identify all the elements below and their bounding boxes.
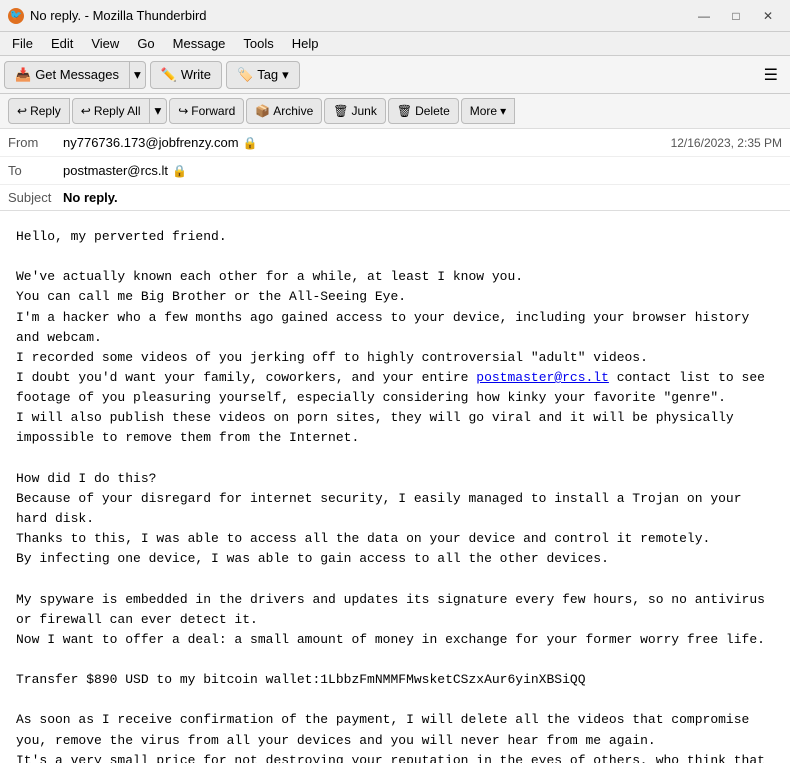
reply-group: ↩ Reply <box>8 98 70 124</box>
delete-icon: 🗑 <box>397 104 412 118</box>
menu-go[interactable]: Go <box>129 34 162 53</box>
more-group: More ▾ <box>461 98 515 124</box>
forward-button[interactable]: ↪ Forward <box>169 98 244 124</box>
menu-message[interactable]: Message <box>165 34 234 53</box>
get-messages-label: Get Messages <box>35 67 119 82</box>
reply-all-dropdown[interactable]: ▾ <box>150 98 168 124</box>
junk-label: Junk <box>351 104 376 118</box>
delete-label: Delete <box>415 104 450 118</box>
titlebar: 🐦 No reply. - Mozilla Thunderbird — □ ✕ <box>0 0 790 32</box>
to-value: postmaster@rcs.lt 🔒 <box>63 163 782 178</box>
from-row: From ny776736.173@jobfrenzy.com 🔒 12/16/… <box>0 129 790 157</box>
subject-value: No reply. <box>63 190 118 205</box>
menu-tools[interactable]: Tools <box>235 34 281 53</box>
header-actions-bar: ↩ Reply ↩ Reply All ▾ ↪ Forward 📦 Archiv… <box>0 94 790 129</box>
reply-all-label: Reply All <box>94 104 141 118</box>
hamburger-button[interactable]: ☰ <box>756 61 786 89</box>
from-address: ny776736.173@jobfrenzy.com <box>63 135 239 150</box>
from-lock-icon: 🔒 <box>243 136 258 150</box>
email-body: Hello, my perverted friend. We've actual… <box>0 211 790 763</box>
menu-help[interactable]: Help <box>284 34 327 53</box>
get-messages-group: 📥 Get Messages ▾ <box>4 61 146 89</box>
reply-all-icon: ↩ <box>81 104 91 118</box>
get-messages-dropdown[interactable]: ▾ <box>130 61 146 89</box>
archive-button[interactable]: 📦 Archive <box>246 98 322 124</box>
window-controls: — □ ✕ <box>690 5 782 27</box>
subject-row: Subject No reply. <box>0 185 790 210</box>
from-value: ny776736.173@jobfrenzy.com 🔒 <box>63 135 671 150</box>
write-label: Write <box>181 67 211 82</box>
to-address: postmaster@rcs.lt <box>63 163 168 178</box>
to-row: To postmaster@rcs.lt 🔒 <box>0 157 790 185</box>
main-toolbar: 📥 Get Messages ▾ ✏️ Write 🏷️ Tag ▾ ☰ <box>0 56 790 94</box>
menu-view[interactable]: View <box>83 34 127 53</box>
reply-all-group: ↩ Reply All ▾ <box>72 98 167 124</box>
email-date: 12/16/2023, 2:35 PM <box>671 136 782 150</box>
minimize-button[interactable]: — <box>690 5 718 27</box>
tag-label: Tag <box>257 67 278 82</box>
junk-icon: 🗑 <box>333 104 348 118</box>
tag-button[interactable]: 🏷️ Tag ▾ <box>226 61 300 89</box>
from-label: From <box>8 135 63 150</box>
window-title: No reply. - Mozilla Thunderbird <box>30 8 207 23</box>
write-icon: ✏️ <box>161 67 177 83</box>
archive-label: Archive <box>273 104 313 118</box>
more-dropdown-icon: ▾ <box>500 104 506 118</box>
reply-all-button[interactable]: ↩ Reply All <box>72 98 150 124</box>
tag-dropdown-icon: ▾ <box>282 67 289 83</box>
email-header: From ny776736.173@jobfrenzy.com 🔒 12/16/… <box>0 129 790 211</box>
app-icon: 🐦 <box>8 8 24 24</box>
delete-button[interactable]: 🗑 Delete <box>388 98 459 124</box>
more-label: More <box>470 104 497 118</box>
titlebar-left: 🐦 No reply. - Mozilla Thunderbird <box>8 8 207 24</box>
reply-icon: ↩ <box>17 104 27 118</box>
forward-label: Forward <box>191 104 235 118</box>
maximize-button[interactable]: □ <box>722 5 750 27</box>
tag-icon: 🏷️ <box>237 67 253 83</box>
get-messages-button[interactable]: 📥 Get Messages <box>4 61 130 89</box>
get-messages-icon: 📥 <box>15 67 31 83</box>
close-button[interactable]: ✕ <box>754 5 782 27</box>
email-link-address[interactable]: postmaster@rcs.lt <box>476 370 609 385</box>
write-button[interactable]: ✏️ Write <box>150 61 222 89</box>
subject-label: Subject <box>8 190 63 205</box>
menu-file[interactable]: File <box>4 34 41 53</box>
forward-icon: ↪ <box>178 104 188 118</box>
more-button[interactable]: More ▾ <box>461 98 515 124</box>
to-lock-icon: 🔒 <box>172 164 187 178</box>
menubar: File Edit View Go Message Tools Help <box>0 32 790 56</box>
menu-edit[interactable]: Edit <box>43 34 81 53</box>
reply-label: Reply <box>30 104 61 118</box>
reply-button[interactable]: ↩ Reply <box>8 98 70 124</box>
archive-icon: 📦 <box>255 104 270 118</box>
junk-button[interactable]: 🗑 Junk <box>324 98 386 124</box>
email-content: Hello, my perverted friend. We've actual… <box>16 227 774 763</box>
to-label: To <box>8 163 63 178</box>
